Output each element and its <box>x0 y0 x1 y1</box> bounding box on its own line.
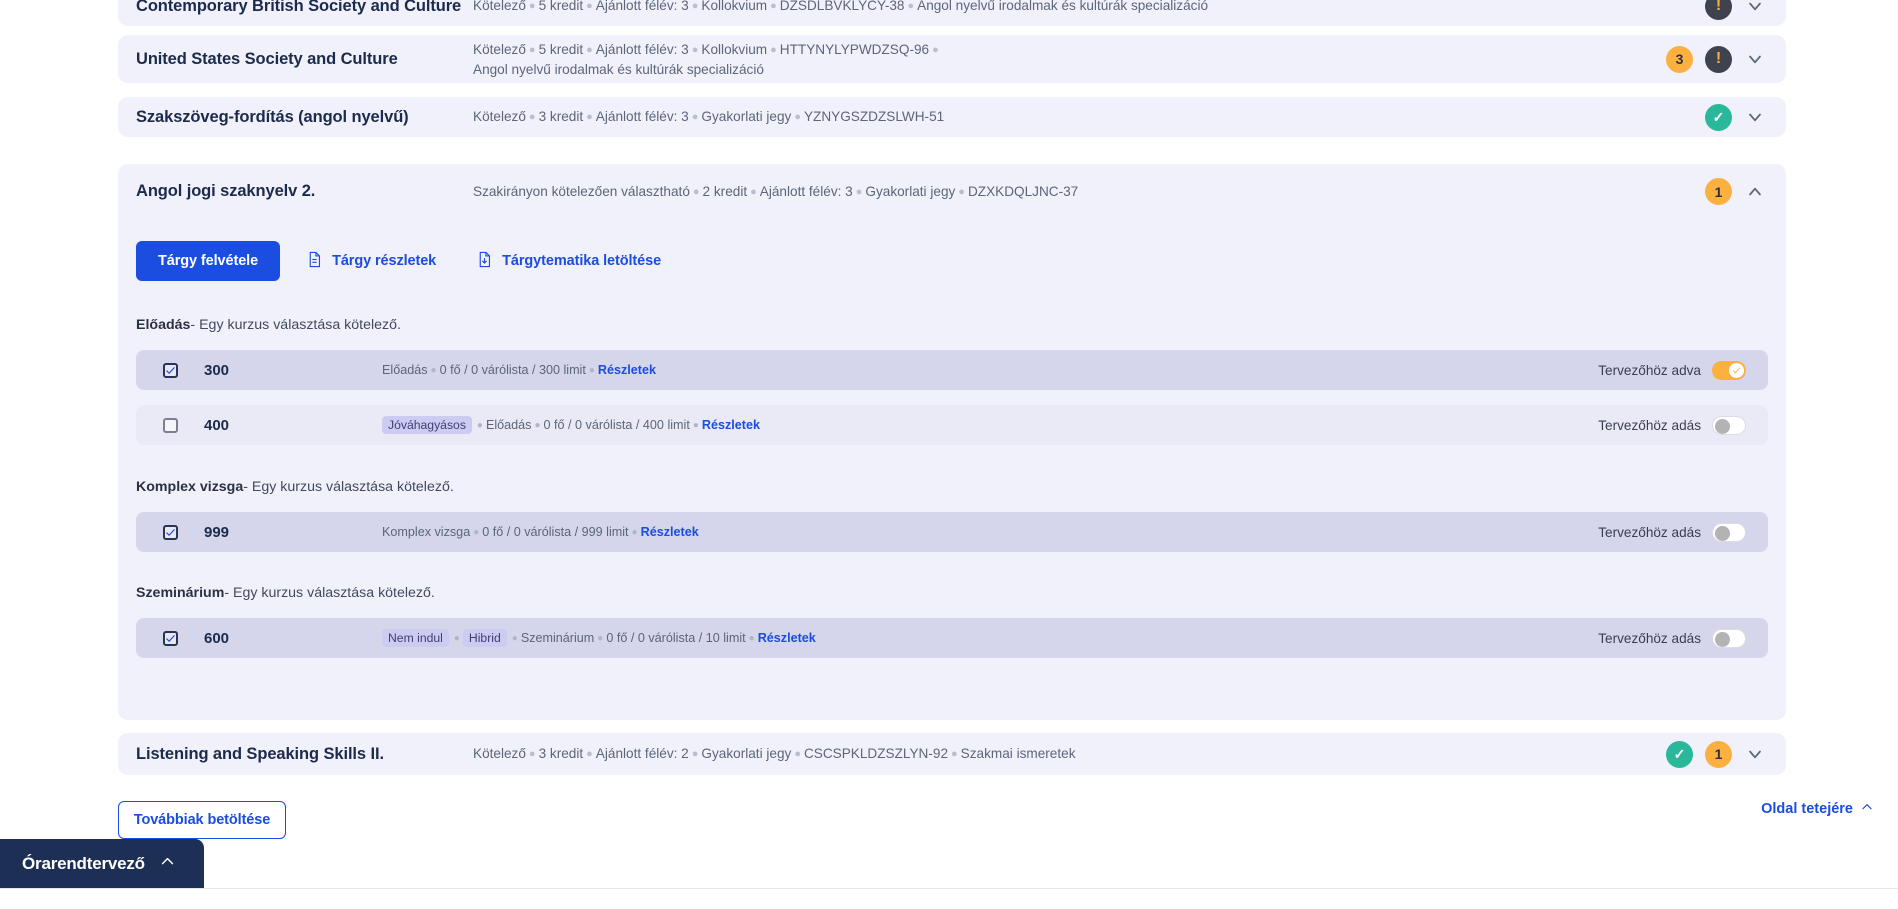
course-row[interactable]: 400 Jóváhagyásos ● Előadás ● 0 fő / 0 váróli… <box>136 405 1768 445</box>
course-registration-page: Contemporary British Society and Culture… <box>0 0 1898 909</box>
course-group-note: - Egy kurzus választása kötelező. <box>224 585 435 601</box>
subject-title: Angol jogi szaknyelv 2. <box>136 182 316 200</box>
expanded-subject-header[interactable]: Angol jogi szaknyelv 2. Szakirányon köte… <box>118 164 1786 219</box>
subject-row[interactable]: Szakszöveg-fordítás (angol nyelvű) Kötel… <box>118 97 1786 137</box>
course-group-heading: Szeminárium- Egy kurzus választása kötel… <box>118 585 1786 601</box>
course-tag: Hibrid <box>462 629 507 647</box>
subject-meta: Kötelező ● 3 kredit ● Ajánlott félév: 3 ● Gyak… <box>473 109 945 124</box>
chevron-up-icon <box>1860 800 1874 818</box>
planner-toggle[interactable] <box>1712 415 1746 435</box>
status-badge-count[interactable]: 3 <box>1666 45 1693 73</box>
course-group-name: Előadás <box>136 317 191 333</box>
subject-title: Listening and Speaking Skills II. <box>136 744 384 763</box>
course-group-heading: Komplex vizsga- Egy kurzus választása kö… <box>118 479 1786 495</box>
subject-row[interactable]: Listening and Speaking Skills II. Kötele… <box>118 733 1786 775</box>
planner-toggle-label: Tervezőhöz adva <box>1598 362 1701 378</box>
subject-row-status: ✓ <box>1705 103 1786 131</box>
chevron-down-icon[interactable] <box>1744 48 1766 70</box>
planner-toggle-group: Tervezőhöz adás <box>1598 522 1768 542</box>
subject-row[interactable]: United States Society and Culture Kötele… <box>118 35 1786 83</box>
planner-toggle-label: Tervezőhöz adás <box>1598 524 1701 540</box>
planner-toggle-group: Tervezőhöz adás <box>1598 415 1768 435</box>
course-row[interactable]: 600 Nem indul ● Hibrid ● Szeminárium ● 0 fő / … <box>136 618 1768 658</box>
course-checkbox[interactable] <box>163 630 178 646</box>
status-badge-warning[interactable]: ! <box>1705 0 1732 20</box>
back-to-top-label: Oldal tetejére <box>1761 801 1853 817</box>
subject-title: Szakszöveg-fordítás (angol nyelvű) <box>136 107 409 126</box>
status-badge-warning[interactable]: ! <box>1705 45 1732 73</box>
course-tag: Jóváhagyásos <box>382 416 472 434</box>
back-to-top-link[interactable]: Oldal tetejére <box>1761 800 1874 818</box>
course-checkbox[interactable] <box>163 524 178 540</box>
chevron-up-icon[interactable] <box>1744 181 1766 203</box>
course-details-link[interactable]: Részletek <box>758 631 816 645</box>
course-group-name: Komplex vizsga <box>136 479 244 495</box>
planner-toggle-label: Tervezőhöz adás <box>1598 417 1701 433</box>
course-meta: Jóváhagyásos ● Előadás ● 0 fő / 0 várólista … <box>382 416 1598 434</box>
subject-meta: Kötelező ● 5 kredit ● Ajánlott félév: 3 ● Koll… <box>473 41 939 77</box>
course-group-heading: Előadás- Egy kurzus választása kötelező. <box>118 317 1786 333</box>
course-meta: Előadás ● 0 fő / 0 várólista / 300 limit ● R… <box>382 363 657 377</box>
course-row[interactable]: 999 Komplex vizsga ● 0 fő / 0 várólista / … <box>136 512 1768 552</box>
planner-toggle[interactable] <box>1712 522 1746 542</box>
download-syllabus-link[interactable]: Tárgytematika letöltése <box>462 250 675 273</box>
document-icon <box>306 250 323 273</box>
course-tag: Nem indul <box>382 629 449 647</box>
status-badge-count[interactable]: 1 <box>1705 740 1732 768</box>
status-badge-count[interactable]: 1 <box>1705 178 1732 205</box>
chevron-down-icon[interactable] <box>1744 743 1766 765</box>
timetable-planner-label: Órarendtervező <box>22 853 145 873</box>
subject-title: Contemporary British Society and Culture <box>136 0 462 15</box>
course-code: 999 <box>204 523 230 541</box>
course-group-note: - Egy kurzus választása kötelező. <box>243 479 454 495</box>
timetable-planner-bar[interactable]: Órarendtervező <box>0 839 204 888</box>
course-details-link[interactable]: Részletek <box>598 363 656 377</box>
expanded-subject-card: Angol jogi szaknyelv 2. Szakirányon köte… <box>118 164 1786 720</box>
course-meta: Nem indul ● Hibrid ● Szeminárium ● 0 fő / 0 vá… <box>382 629 1598 647</box>
status-badge-completed[interactable]: ✓ <box>1705 103 1732 131</box>
document-download-icon <box>476 250 493 273</box>
download-syllabus-label: Tárgytematika letöltése <box>502 253 662 269</box>
planner-toggle[interactable] <box>1712 628 1746 648</box>
course-meta: Komplex vizsga ● 0 fő / 0 várólista / 999 … <box>382 525 699 539</box>
course-checkbox[interactable] <box>163 417 178 433</box>
planner-toggle-group: Tervezőhöz adás <box>1598 628 1768 648</box>
course-code: 400 <box>204 416 230 434</box>
course-checkbox[interactable] <box>163 362 178 378</box>
subject-row-status: ✓ 1 <box>1666 740 1786 768</box>
planner-toggle[interactable] <box>1712 360 1746 380</box>
planner-toggle-label: Tervezőhöz adás <box>1598 630 1701 646</box>
course-group-name: Szeminárium <box>136 585 225 601</box>
bottom-strip <box>0 888 1898 909</box>
subject-meta: Szakirányon kötelezően választható ● 2 kre… <box>473 183 1079 199</box>
enroll-subject-button[interactable]: Tárgy felvétele <box>136 241 281 281</box>
subject-row-status: 1 <box>1705 178 1786 205</box>
course-group-note: - Egy kurzus választása kötelező. <box>190 317 401 333</box>
planner-toggle-group: Tervezőhöz adva <box>1598 360 1768 380</box>
course-code: 600 <box>204 629 230 647</box>
course-details-link[interactable]: Részletek <box>641 525 699 539</box>
course-code: 300 <box>204 361 230 379</box>
subject-meta: Kötelező ● 5 kredit ● Ajánlott félév: 3 ● Koll… <box>473 0 1209 13</box>
course-details-link[interactable]: Részletek <box>702 418 760 432</box>
subject-action-bar: Tárgy felvétele Tárgy részletek Tárgytem… <box>118 241 1786 281</box>
chevron-up-icon <box>159 853 176 875</box>
subject-title: United States Society and Culture <box>136 49 398 68</box>
subject-details-label: Tárgy részletek <box>332 253 437 269</box>
subject-row-status: 3 ! <box>1666 45 1786 73</box>
load-more-button[interactable]: Továbbiak betöltése <box>118 801 286 839</box>
status-badge-completed[interactable]: ✓ <box>1666 740 1693 768</box>
chevron-down-icon[interactable] <box>1744 0 1766 17</box>
chevron-down-icon[interactable] <box>1744 106 1766 128</box>
subject-meta: Kötelező ● 3 kredit ● Ajánlott félév: 2 ● Gyak… <box>473 746 1076 761</box>
subject-row-status: ! <box>1705 0 1786 20</box>
subject-details-link[interactable]: Tárgy részletek <box>292 250 450 273</box>
subject-row[interactable]: Contemporary British Society and Culture… <box>118 0 1786 26</box>
course-row[interactable]: 300 Előadás ● 0 fő / 0 várólista / 300 lim… <box>136 350 1768 390</box>
